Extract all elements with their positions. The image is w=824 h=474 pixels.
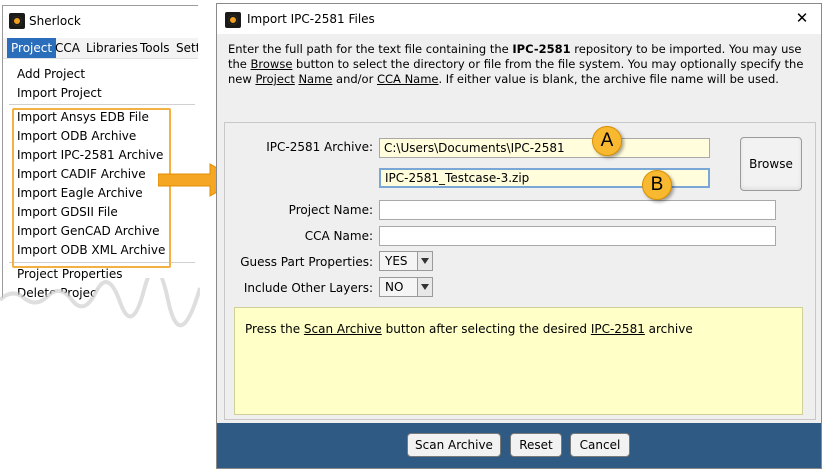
instructions-part: Enter the full path for the text file co… [228,42,513,56]
project-name-field[interactable] [379,200,776,220]
cancel-button[interactable]: Cancel [570,433,630,457]
guess-part-properties-select[interactable]: YES [379,251,433,271]
instructions-part: and/or [332,72,377,86]
cca-name-label: CCA Name: [304,229,373,243]
menu-libraries[interactable]: Libraries [86,41,138,55]
archive-directory-field[interactable]: C:\Users\Documents\IPC-2581 [379,138,710,158]
status-message-part: Press the [245,322,304,336]
sherlock-menubar: Project CCA Libraries Tools Sett [3,38,198,59]
close-icon[interactable]: ✕ [793,9,811,27]
browse-button[interactable]: Browse [740,137,802,191]
torn-edge [0,278,200,338]
status-message-box: Press the Scan Archive button after sele… [234,307,803,415]
dialog-titlebar: Import IPC-2581 Files ✕ [217,4,821,34]
include-other-layers-label: Include Other Layers: [243,281,373,295]
instructions-project-word: Project [255,72,295,86]
guess-part-properties-label: Guess Part Properties: [240,255,373,269]
menu-separator [9,104,195,105]
callout-b: B [642,170,672,200]
import-ipc2581-dialog: Import IPC-2581 Files ✕ Enter the full p… [216,3,822,469]
project-name-label: Project Name: [288,203,373,217]
sherlock-titlebar: Sherlock [3,6,198,36]
import-items-highlight [12,108,171,268]
status-message-part: button after selecting the desired [381,322,591,336]
status-message-ipc-word: IPC-2581 [590,322,645,336]
callout-a: A [592,126,622,156]
instructions-bold-ipc: IPC-2581 [512,42,571,56]
guess-part-properties-value: YES [385,254,408,268]
archive-label: IPC-2581 Archive: [266,140,373,154]
cca-name-field[interactable] [379,226,776,246]
menu-item-import-project[interactable]: Import Project [17,86,102,100]
instructions-text: Enter the full path for the text file co… [228,42,808,87]
scan-archive-button[interactable]: Scan Archive [407,433,501,457]
menu-settings[interactable]: Sett [176,41,198,55]
instructions-cca-word: CCA Name [376,72,439,86]
dialog-title: Import IPC-2581 Files [247,12,375,26]
include-other-layers-select[interactable]: NO [379,277,433,297]
menu-tools[interactable]: Tools [140,41,170,55]
sherlock-app-icon [9,13,25,29]
menu-item-add-project[interactable]: Add Project [17,67,85,81]
status-message-part: archive [644,322,693,336]
instructions-browse-word: Browse [250,57,293,71]
menu-cca[interactable]: CCA [55,41,80,55]
sherlock-title: Sherlock [29,14,81,28]
dialog-app-icon [225,12,241,28]
instructions-name-word: Name [298,72,333,86]
instructions-part: . If either value is blank, the archive … [438,72,779,86]
status-message-scan-word: Scan Archive [303,322,382,336]
status-message: Press the Scan Archive button after sele… [245,322,693,336]
chevron-down-icon [417,252,432,270]
reset-button[interactable]: Reset [510,433,562,457]
include-other-layers-value: NO [385,280,404,294]
dialog-footer: Scan Archive Reset Cancel [217,423,821,468]
menu-project[interactable]: Project [7,38,57,58]
chevron-down-icon [417,278,432,296]
